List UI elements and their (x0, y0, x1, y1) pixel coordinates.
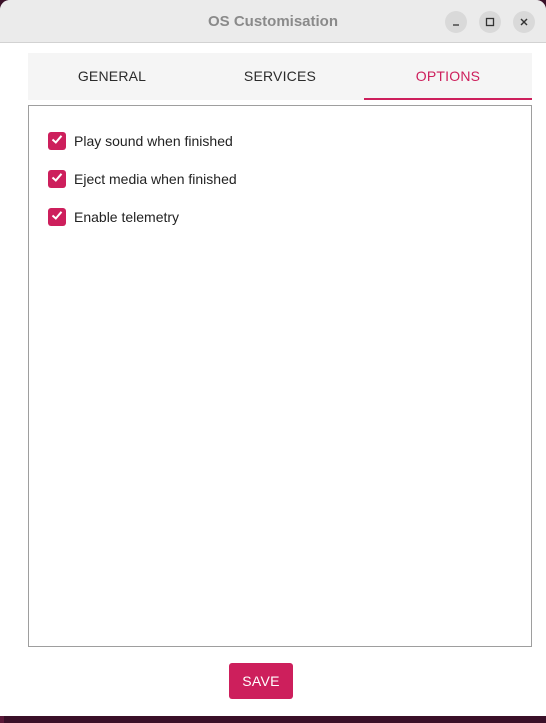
close-button[interactable] (513, 11, 535, 33)
save-button[interactable]: SAVE (229, 663, 293, 699)
play-sound-checkbox[interactable] (48, 132, 66, 150)
telemetry-checkbox[interactable] (48, 208, 66, 226)
checkmark-icon (50, 170, 64, 189)
checkmark-icon (50, 208, 64, 227)
checkmark-icon (50, 132, 64, 151)
option-telemetry[interactable]: Enable telemetry (48, 208, 179, 226)
close-icon (519, 17, 529, 27)
minimize-button[interactable] (445, 11, 467, 33)
tab-options[interactable]: OPTIONS (364, 53, 532, 100)
os-customisation-window: OS Customisation GENERAL SERVICES OPTION… (0, 0, 546, 716)
option-eject-media[interactable]: Eject media when finished (48, 170, 237, 188)
dialog-content: GENERAL SERVICES OPTIONS Play sound when… (0, 43, 546, 716)
play-sound-label: Play sound when finished (74, 133, 233, 149)
options-panel: Play sound when finished Eject media whe… (28, 105, 532, 647)
option-play-sound[interactable]: Play sound when finished (48, 132, 233, 150)
eject-media-checkbox[interactable] (48, 170, 66, 188)
eject-media-label: Eject media when finished (74, 171, 237, 187)
tab-bar: GENERAL SERVICES OPTIONS (28, 53, 532, 100)
maximize-icon (485, 17, 495, 27)
telemetry-label: Enable telemetry (74, 209, 180, 225)
tab-general[interactable]: GENERAL (28, 53, 196, 100)
tab-services[interactable]: SERVICES (196, 53, 364, 100)
maximize-button[interactable] (479, 11, 501, 33)
title-bar[interactable]: OS Customisation (0, 0, 546, 43)
minimize-icon (451, 17, 461, 27)
